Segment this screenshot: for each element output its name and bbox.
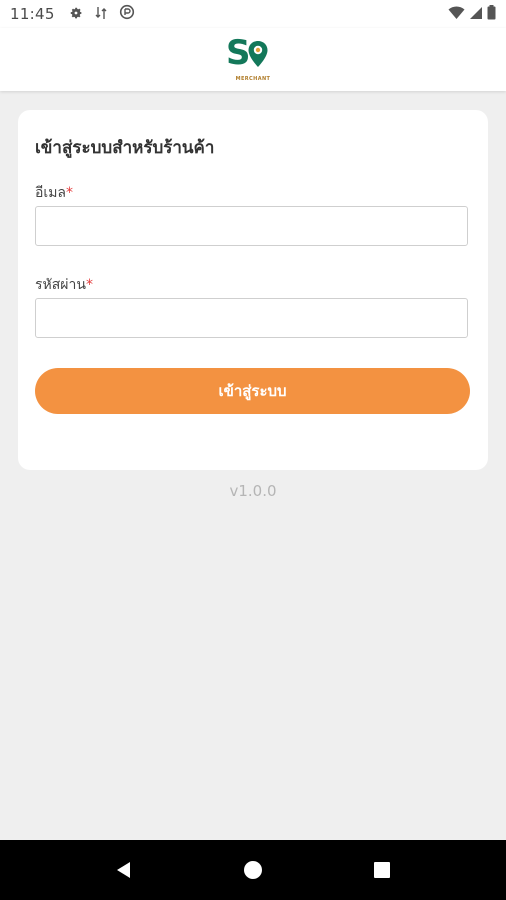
required-mark: * (66, 185, 74, 201)
status-icons-left (69, 4, 135, 24)
password-label: รหัสผ่าน* (35, 274, 93, 296)
data-transfer-icon (95, 5, 107, 24)
status-bar: 11:45 (0, 0, 506, 28)
battery-icon (487, 4, 496, 24)
merchant-logo: S MERCHANT (223, 34, 283, 86)
password-label-text: รหัสผ่าน (35, 277, 86, 293)
navigation-bar (0, 840, 506, 900)
email-input[interactable] (35, 206, 468, 246)
home-icon (243, 861, 262, 879)
version-label: v1.0.0 (229, 482, 277, 500)
wifi-icon (448, 5, 465, 24)
login-button[interactable]: เข้าสู่ระบบ (35, 368, 470, 414)
email-label-text: อีเมล (35, 185, 67, 201)
login-title: เข้าสู่ระบบสำหรับร้านค้า (35, 138, 215, 158)
recents-icon (373, 862, 390, 878)
nav-home-button[interactable] (233, 850, 273, 890)
logo-subtitle: MERCHANT (235, 75, 271, 82)
settings-icon (69, 5, 83, 24)
sync-icon (119, 4, 135, 24)
status-icons-right (448, 4, 496, 24)
required-mark: * (85, 277, 93, 293)
login-card: เข้าสู่ระบบสำหรับร้านค้า อีเมล* รหัสผ่าน… (18, 110, 488, 470)
location-pin-icon (248, 40, 268, 67)
nav-recents-button[interactable] (362, 850, 402, 890)
nav-back-button[interactable] (104, 850, 144, 890)
cellular-signal-icon (469, 5, 483, 24)
status-time: 11:45 (10, 5, 55, 23)
app-header: S MERCHANT (0, 28, 506, 91)
back-icon (117, 862, 131, 878)
password-input[interactable] (35, 298, 468, 338)
email-label: อีเมล* (35, 182, 73, 204)
